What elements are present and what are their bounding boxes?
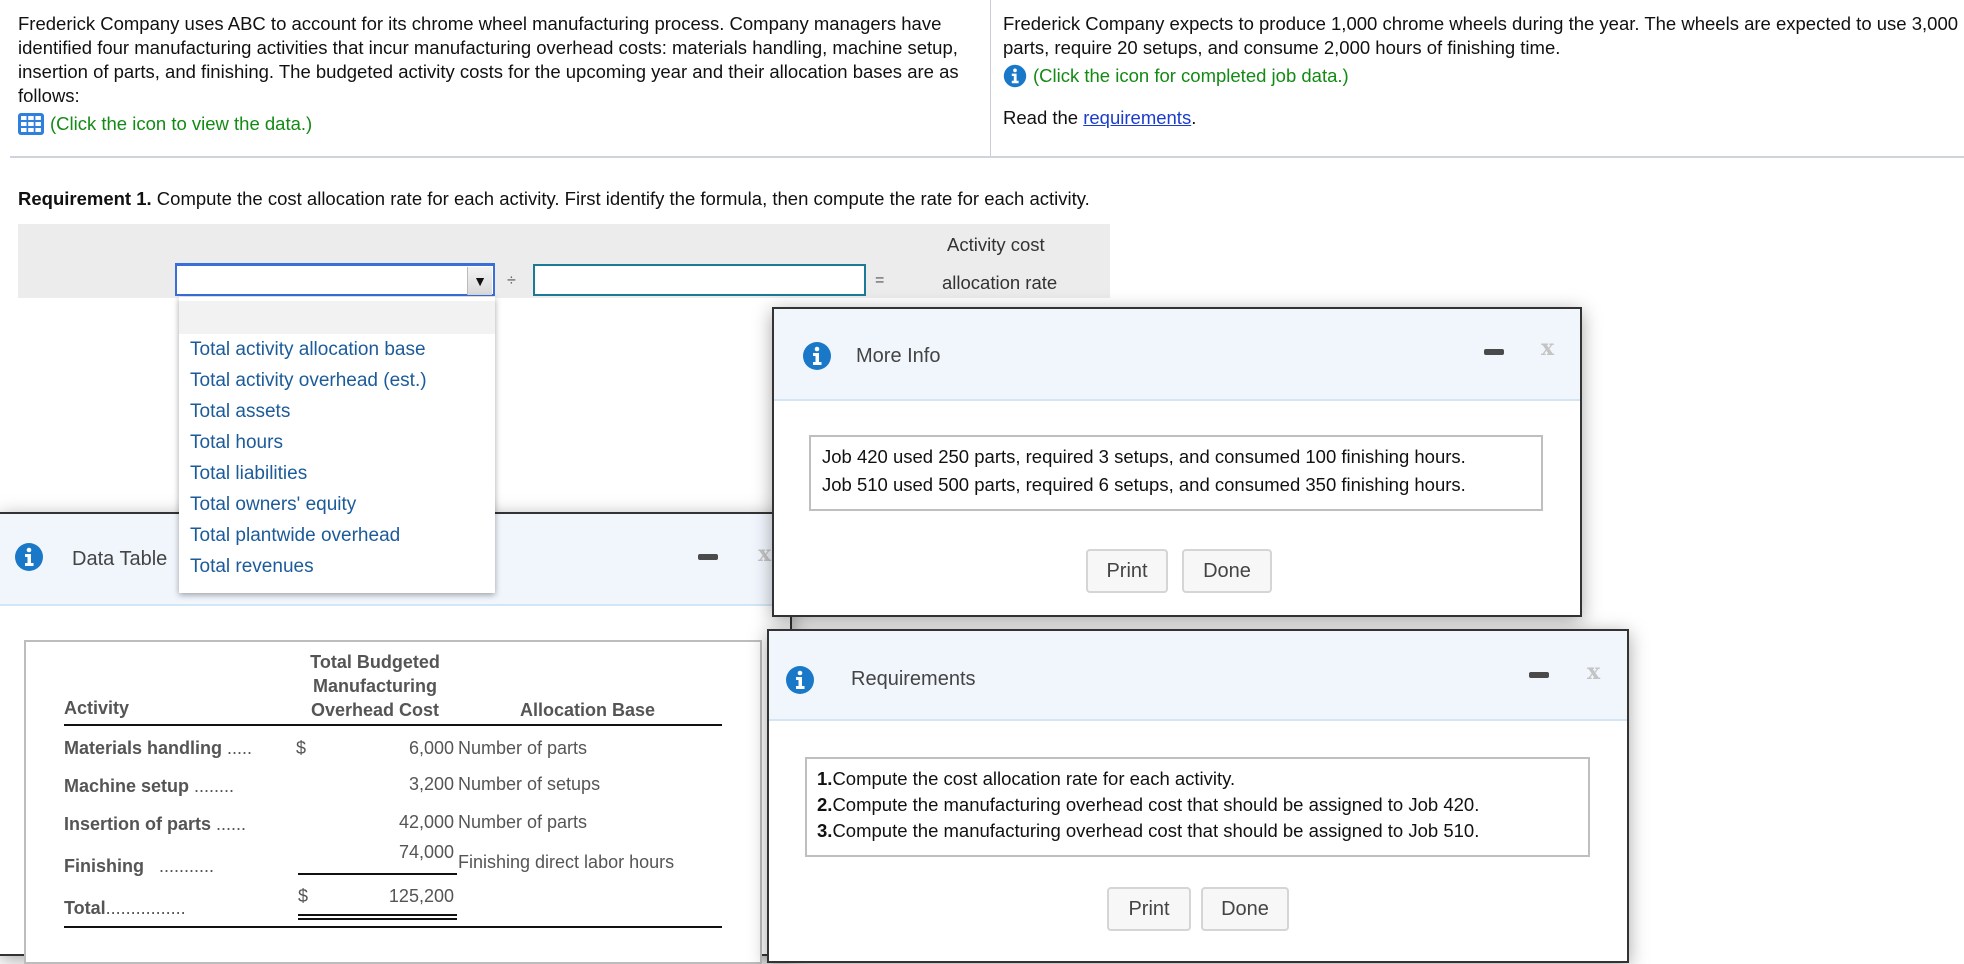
allocation-base: Number of setups	[458, 774, 601, 794]
print-button[interactable]: Print	[1086, 549, 1168, 593]
view-data-link[interactable]: (Click the icon to view the data.)	[18, 112, 978, 136]
job-data-text[interactable]: (Click the icon for completed job data.)	[1033, 64, 1349, 88]
header-rule	[64, 724, 722, 726]
requirements-link[interactable]: requirements	[1083, 107, 1191, 128]
allocation-base: Number of parts	[458, 738, 588, 758]
done-button[interactable]: Done	[1201, 887, 1289, 931]
job-line: Job 420 used 250 parts, required 3 setup…	[822, 446, 1466, 467]
currency-sign: $	[298, 886, 309, 906]
divide-sign: ÷	[507, 272, 516, 289]
footer-rule	[64, 926, 722, 928]
equals-sign: =	[875, 272, 885, 289]
cost-value: 3,200	[408, 774, 454, 794]
cost-value: 6,000	[408, 738, 454, 758]
read-requirements-line: Read the requirements.	[1003, 106, 1963, 130]
production-description: Frederick Company expects to produce 1,0…	[1003, 13, 1959, 58]
job-data-link[interactable]: (Click the icon for completed job data.)	[1003, 64, 1963, 88]
requirements-list: 1.Compute the cost allocation rate for e…	[805, 757, 1590, 857]
dropdown-option[interactable]: Total plantwide overhead	[179, 520, 495, 551]
result-label-line-1: Activity cost	[947, 234, 1045, 255]
header-cost: Total Budgeted Manufacturing Overhead Cost	[310, 652, 440, 720]
dialog-header: Requirements x	[769, 631, 1627, 721]
dialog-title: Requirements	[851, 668, 976, 690]
dialog-title: Data Table	[72, 548, 168, 570]
data-table: Activity Total Budgeted Manufacturing Over…	[24, 640, 762, 964]
double-rule-top	[298, 914, 457, 916]
subtotal-rule	[298, 873, 457, 875]
numerator-select[interactable]: ▼	[175, 263, 495, 296]
dropdown-option[interactable]: Total activity allocation base	[179, 334, 495, 365]
requirement-item: 3.Compute the manufacturing overhead cos…	[817, 820, 1480, 841]
total-value: 125,200	[388, 886, 454, 906]
requirements-dialog: Requirements x 1.Compute the cost alloca…	[767, 629, 1629, 963]
dropdown-option[interactable]: Total owners' equity	[179, 489, 495, 520]
read-prefix: Read the	[1003, 107, 1084, 128]
chevron-down-icon[interactable]: ▼	[467, 267, 492, 295]
minimize-icon[interactable]	[698, 554, 718, 560]
requirement-1-label: Requirement 1.	[18, 188, 152, 209]
allocation-base: Number of parts	[458, 812, 588, 832]
info-icon	[786, 666, 814, 694]
minimize-icon[interactable]	[1484, 349, 1504, 355]
cost-value: 74,000	[398, 842, 454, 862]
table-row-total: Total................	[64, 898, 186, 918]
requirement-item: 1.Compute the cost allocation rate for e…	[817, 768, 1236, 789]
dropdown-option-blank[interactable]	[179, 301, 495, 334]
dropdown-option[interactable]: Total hours	[179, 427, 495, 458]
requirement-1-prompt: Requirement 1. Compute the cost allocati…	[18, 188, 1090, 210]
requirement-1-text: Compute the cost allocation rate for eac…	[151, 188, 1090, 209]
read-suffix: .	[1191, 107, 1197, 128]
section-divider	[10, 156, 1964, 158]
job-line: Job 510 used 500 parts, required 6 setup…	[822, 474, 1466, 495]
data-table-icon[interactable]	[18, 113, 44, 135]
problem-right-panel: Frederick Company expects to produce 1,0…	[1003, 12, 1963, 130]
info-icon[interactable]	[1003, 64, 1027, 88]
header-activity: Activity	[64, 698, 130, 718]
table-row: Materials handling .....	[64, 738, 253, 758]
requirement-item: 2.Compute the manufacturing overhead cos…	[817, 794, 1480, 815]
done-button[interactable]: Done	[1182, 549, 1272, 593]
dropdown-option[interactable]: Total revenues	[179, 551, 495, 582]
currency-sign: $	[296, 738, 307, 758]
close-icon[interactable]: x	[758, 541, 771, 567]
print-button[interactable]: Print	[1107, 887, 1191, 931]
view-data-text[interactable]: (Click the icon to view the data.)	[50, 112, 312, 136]
numerator-dropdown-list: Total activity allocation base Total act…	[179, 297, 495, 593]
result-label-line-2: allocation rate	[942, 272, 1058, 293]
close-icon[interactable]: x	[1541, 335, 1554, 361]
cost-value: 42,000	[398, 812, 454, 832]
table-row: Insertion of parts ......	[64, 814, 247, 834]
close-icon[interactable]: x	[1587, 659, 1600, 685]
info-icon	[15, 543, 43, 571]
dialog-title: More Info	[856, 345, 941, 367]
job-data-box: Job 420 used 250 parts, required 3 setup…	[809, 435, 1543, 511]
table-row: Finishing ...........	[64, 856, 215, 876]
minimize-icon[interactable]	[1529, 672, 1549, 678]
dropdown-option[interactable]: Total activity overhead (est.)	[179, 365, 495, 396]
problem-description: Frederick Company uses ABC to account fo…	[18, 13, 959, 106]
dropdown-option[interactable]: Total assets	[179, 396, 495, 427]
dialog-header: More Info x	[774, 309, 1580, 401]
table-row: Machine setup ........	[64, 776, 235, 796]
allocation-base: Finishing direct labor hours	[458, 852, 675, 872]
column-divider	[990, 0, 991, 156]
problem-left-panel: Frederick Company uses ABC to account fo…	[18, 12, 978, 136]
header-allocation-base: Allocation Base	[520, 700, 656, 720]
info-icon	[803, 342, 831, 370]
dropdown-option[interactable]: Total liabilities	[179, 458, 495, 489]
denominator-input[interactable]	[533, 264, 866, 296]
more-info-dialog: More Info x Job 420 used 250 parts, requ…	[772, 307, 1582, 617]
double-rule-bottom	[298, 918, 457, 920]
